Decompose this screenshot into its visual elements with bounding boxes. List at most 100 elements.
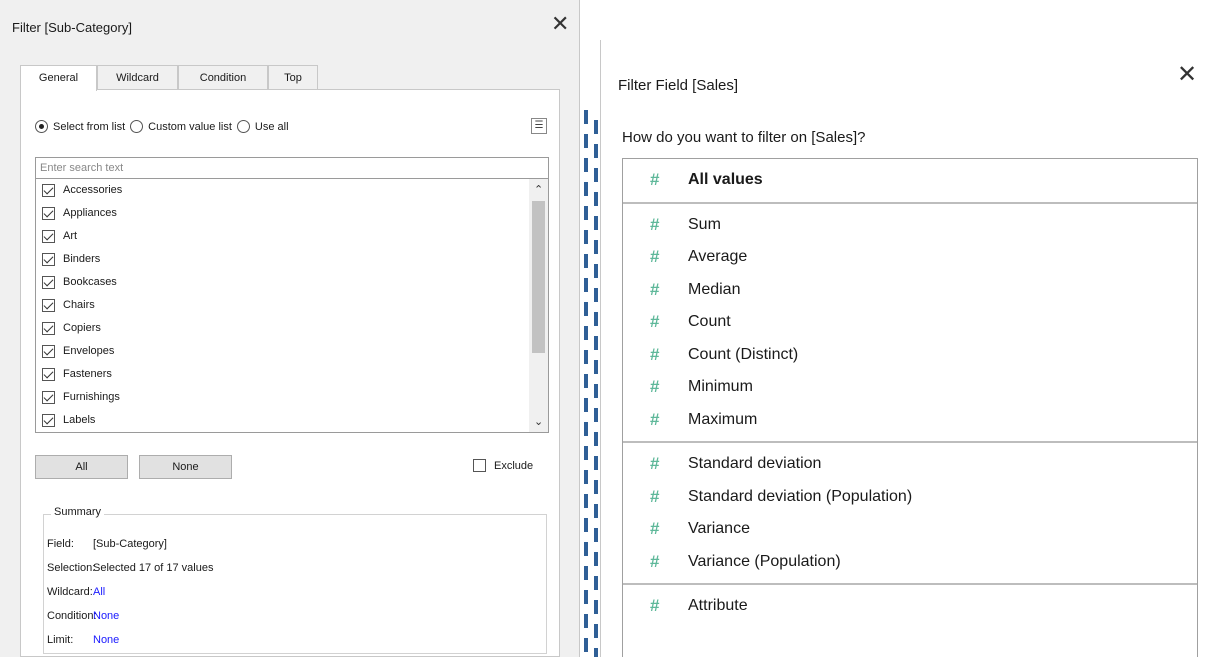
dialog-title: Filter Field [Sales] xyxy=(618,77,739,94)
tab-general[interactable]: General xyxy=(20,65,97,91)
filter-option-standard-deviation-population[interactable]: # Standard deviation (Population) xyxy=(623,482,1197,512)
filter-option-median[interactable]: # Median xyxy=(623,275,1197,305)
list-item[interactable]: Fasteners xyxy=(42,364,112,384)
summary-row: Wildcard: All xyxy=(47,586,105,598)
item-label[interactable]: Art xyxy=(63,230,77,242)
exclude-label[interactable]: Exclude xyxy=(494,460,533,472)
summary-row: Selection: Selected 17 of 17 values xyxy=(47,562,213,574)
list-item[interactable]: Chairs xyxy=(42,295,95,315)
item-label[interactable]: Appliances xyxy=(63,207,117,219)
item-checkbox[interactable] xyxy=(42,321,55,335)
select-from-list-label[interactable]: Select from list xyxy=(53,121,125,133)
exclude-option[interactable]: Exclude xyxy=(473,459,533,472)
list-scrollbar[interactable]: ⌃ ⌄ xyxy=(529,179,548,432)
filter-option-attribute[interactable]: # Attribute xyxy=(623,591,1197,621)
filter-option-count[interactable]: # Count xyxy=(623,307,1197,337)
item-label[interactable]: Accessories xyxy=(63,184,122,196)
filter-option-average[interactable]: # Average xyxy=(623,242,1197,272)
value-list: ⌃ ⌄ Accessories Appliances Art Binders Bookc… xyxy=(35,179,549,433)
item-label[interactable]: Labels xyxy=(63,414,95,426)
measure-hash-icon: # xyxy=(650,454,660,473)
item-checkbox[interactable] xyxy=(42,390,55,404)
item-label[interactable]: Fasteners xyxy=(63,368,112,380)
tab-wildcard[interactable]: Wildcard xyxy=(97,65,178,89)
list-item[interactable]: Bookcases xyxy=(42,272,117,292)
custom-value-list-label[interactable]: Custom value list xyxy=(148,121,232,133)
use-all-label[interactable]: Use all xyxy=(255,121,289,133)
filter-option-standard-deviation[interactable]: # Standard deviation xyxy=(623,449,1197,479)
item-label[interactable]: Envelopes xyxy=(63,345,114,357)
summary-row: Field: [Sub-Category] xyxy=(47,538,167,550)
summary-key: Limit: xyxy=(47,634,74,646)
option-label: Variance (Population) xyxy=(688,552,841,570)
option-label: Count xyxy=(688,313,731,330)
filter-option-variance[interactable]: # Variance xyxy=(623,514,1197,544)
measure-hash-icon: # xyxy=(650,596,660,615)
scroll-thumb[interactable] xyxy=(532,201,545,353)
none-button[interactable]: None xyxy=(139,455,232,479)
list-item[interactable]: Copiers xyxy=(42,318,101,338)
close-icon[interactable]: ✕ xyxy=(1177,63,1197,87)
use-all-radio[interactable] xyxy=(236,120,250,133)
measure-hash-icon: # xyxy=(650,519,660,538)
scroll-up-icon[interactable]: ⌃ xyxy=(534,183,543,196)
select-from-list-radio[interactable] xyxy=(35,120,48,133)
list-item[interactable]: Appliances xyxy=(42,203,117,223)
list-item[interactable]: Accessories xyxy=(42,180,122,200)
list-item[interactable]: Labels xyxy=(42,410,95,430)
search-input[interactable] xyxy=(35,157,549,179)
item-label[interactable]: Bookcases xyxy=(63,276,117,288)
filter-option-sum[interactable]: # Sum xyxy=(623,210,1197,240)
option-label: Variance xyxy=(688,520,750,537)
option-label: Maximum xyxy=(688,410,758,428)
item-checkbox[interactable] xyxy=(42,252,55,266)
summary-value: None xyxy=(93,634,120,646)
measure-hash-icon: # xyxy=(650,312,660,331)
option-label: Sum xyxy=(688,215,721,233)
filter-option-maximum[interactable]: # Maximum xyxy=(623,405,1197,435)
item-label[interactable]: Copiers xyxy=(63,322,101,334)
list-item[interactable]: Envelopes xyxy=(42,341,114,361)
item-checkbox[interactable] xyxy=(42,298,55,312)
close-icon[interactable]: ✕ xyxy=(551,13,569,35)
filter-option-variance-population[interactable]: # Variance (Population) xyxy=(623,547,1197,577)
selection-mode-group: Select from list Custom value list Use a… xyxy=(35,120,294,133)
item-checkbox[interactable] xyxy=(42,275,55,289)
filter-option-count-distinct[interactable]: # Count (Distinct) xyxy=(623,340,1197,370)
group-divider xyxy=(623,441,1197,443)
list-item[interactable]: Art xyxy=(42,226,77,246)
item-label[interactable]: Furnishings xyxy=(63,391,120,403)
summary-box xyxy=(43,514,547,654)
measure-hash-icon: # xyxy=(650,214,660,234)
filter-option-minimum[interactable]: # Minimum xyxy=(623,372,1197,402)
filter-option-all-values[interactable]: # All values xyxy=(623,165,1197,195)
all-button[interactable]: All xyxy=(35,455,128,479)
measure-hash-icon: # xyxy=(650,377,660,396)
item-checkbox[interactable] xyxy=(42,344,55,358)
item-checkbox[interactable] xyxy=(42,367,55,381)
item-checkbox[interactable] xyxy=(42,183,55,197)
scroll-down-icon[interactable]: ⌄ xyxy=(534,415,543,428)
dialog-title: Filter [Sub-Category] xyxy=(12,20,132,35)
summary-value: None xyxy=(93,610,120,622)
item-label[interactable]: Chairs xyxy=(63,299,95,311)
tab-condition[interactable]: Condition xyxy=(178,65,268,89)
item-checkbox[interactable] xyxy=(42,206,55,220)
list-menu-icon[interactable]: ☰ xyxy=(531,118,547,134)
filter-sub-category-dialog: Filter [Sub-Category] ✕ General Wildcard… xyxy=(0,0,580,657)
list-item[interactable]: Furnishings xyxy=(42,387,120,407)
measure-hash-icon: # xyxy=(650,247,660,266)
separator-left xyxy=(584,110,588,657)
custom-value-list-radio[interactable] xyxy=(130,120,144,133)
item-checkbox[interactable] xyxy=(42,413,55,427)
tab-top[interactable]: Top xyxy=(268,65,318,89)
option-label: Average xyxy=(688,248,748,265)
list-item[interactable]: Binders xyxy=(42,249,100,269)
option-label: Standard deviation xyxy=(688,455,822,472)
item-checkbox[interactable] xyxy=(42,229,55,243)
item-label[interactable]: Binders xyxy=(63,253,100,265)
option-label: Count (Distinct) xyxy=(688,345,799,363)
summary-value: All xyxy=(93,586,106,598)
exclude-checkbox[interactable] xyxy=(473,459,486,472)
summary-value: [Sub-Category] xyxy=(93,538,167,550)
